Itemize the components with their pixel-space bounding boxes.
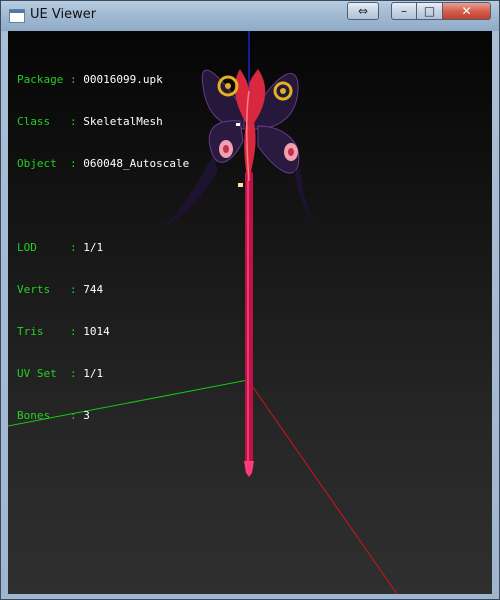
tris-sep: :	[63, 325, 84, 338]
object-value: 060048_Autoscale	[83, 157, 190, 170]
tris-row: Tris : 1014	[17, 325, 189, 339]
switch-view-button[interactable]: ⇔	[347, 2, 379, 20]
uvset-label: UV Set	[17, 367, 64, 380]
lod-label: LOD	[17, 241, 64, 254]
3d-viewport[interactable]: Package : 00016099.upk Class : SkeletalM…	[8, 31, 492, 594]
class-value: SkeletalMesh	[83, 115, 163, 128]
class-label: Class	[17, 115, 64, 128]
uvset-value: 1/1	[83, 367, 104, 380]
bones-value: 3	[83, 409, 90, 422]
verts-label: Verts	[17, 283, 64, 296]
close-button[interactable]: ✕	[443, 2, 491, 20]
bones-row: Bones : 3	[17, 409, 189, 423]
bones-label: Bones	[17, 409, 64, 422]
maximize-button[interactable]: □	[417, 2, 443, 20]
object-label: Object	[17, 157, 64, 170]
class-sep: :	[63, 115, 84, 128]
window-title: UE Viewer	[30, 7, 97, 22]
mesh-info-overlay: Package : 00016099.upk Class : SkeletalM…	[17, 45, 189, 451]
bones-sep: :	[63, 409, 84, 422]
package-sep: :	[63, 73, 84, 86]
x-axis-line	[247, 379, 398, 594]
info-spacer	[17, 199, 189, 213]
uvset-sep: :	[63, 367, 84, 380]
package-row: Package : 00016099.upk	[17, 73, 189, 87]
lod-value: 1/1	[83, 241, 104, 254]
tris-value: 1014	[83, 325, 110, 338]
package-label: Package	[17, 73, 64, 86]
package-value: 00016099.upk	[83, 73, 163, 86]
lod-sep: :	[63, 241, 84, 254]
app-window: UE Viewer ⇔ – □ ✕ Package: 00016099.upk…	[0, 0, 500, 600]
app-window-icon[interactable]	[9, 9, 25, 23]
verts-value: 744	[83, 283, 104, 296]
lod-row: LOD : 1/1	[17, 241, 189, 255]
uvset-row: UV Set : 1/1	[17, 367, 189, 381]
verts-row: Verts : 744	[17, 283, 189, 297]
tris-label: Tris	[17, 325, 64, 338]
object-row: Object : 060048_Autoscale	[17, 157, 189, 171]
staff-model	[244, 171, 254, 477]
minimize-button[interactable]: –	[391, 2, 417, 20]
title-bar[interactable]: UE Viewer ⇔ – □ ✕	[1, 1, 499, 31]
verts-sep: :	[63, 283, 84, 296]
object-sep: :	[63, 157, 84, 170]
class-row: Class : SkeletalMesh	[17, 115, 189, 129]
